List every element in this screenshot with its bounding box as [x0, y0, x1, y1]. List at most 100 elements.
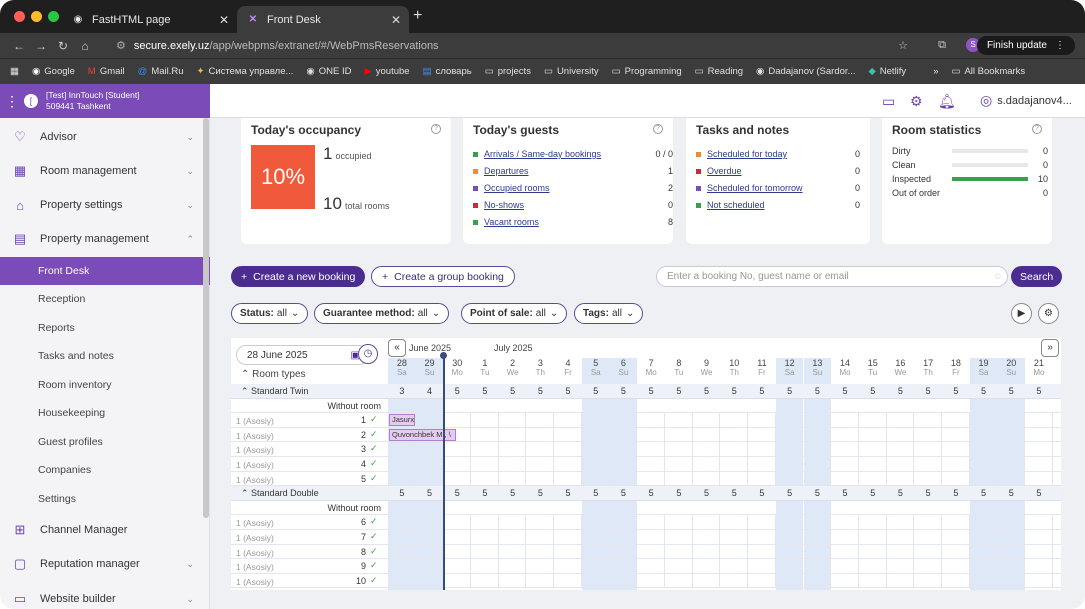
- day-cell[interactable]: [527, 457, 555, 472]
- bookmark-mailru[interactable]: @ Mail.Ru: [138, 66, 184, 77]
- forward-icon[interactable]: →: [30, 39, 52, 53]
- day-cell[interactable]: [1025, 559, 1053, 574]
- day-cell[interactable]: [831, 413, 859, 428]
- day-cell[interactable]: [610, 515, 638, 530]
- day-cell[interactable]: [693, 573, 721, 589]
- day-cell[interactable]: [914, 427, 942, 443]
- bookmark-gmail[interactable]: M Gmail: [88, 66, 125, 77]
- sidebar-scrollbar[interactable]: [203, 118, 209, 518]
- day-cell[interactable]: [1025, 471, 1053, 487]
- day-cell[interactable]: [942, 442, 970, 457]
- day-cell[interactable]: [720, 457, 749, 472]
- day-cell[interactable]: [582, 530, 610, 545]
- day-cell[interactable]: [443, 530, 472, 545]
- day-cell[interactable]: [416, 559, 444, 574]
- day-cell[interactable]: [471, 559, 499, 574]
- day-cell[interactable]: [665, 457, 693, 472]
- day-cell[interactable]: [887, 442, 915, 457]
- day-cell[interactable]: [388, 544, 416, 560]
- browser-tab-fasthtml[interactable]: ◉ FastHTML page ✕: [62, 6, 237, 33]
- day-cell[interactable]: [665, 515, 693, 530]
- help-icon[interactable]: ?: [431, 124, 441, 134]
- sidebar-subitem-housekeeping[interactable]: Housekeeping: [0, 399, 210, 427]
- day-cell[interactable]: [942, 515, 970, 530]
- day-cell[interactable]: [665, 559, 693, 574]
- home-icon[interactable]: ⌂: [74, 39, 96, 53]
- today-clock-button[interactable]: ◷: [358, 344, 378, 364]
- day-cell[interactable]: [859, 515, 887, 530]
- day-cell[interactable]: [720, 544, 749, 560]
- reload-icon[interactable]: ↻: [52, 39, 74, 53]
- day-cell[interactable]: [582, 413, 610, 428]
- wallet-icon[interactable]: ▭: [882, 93, 895, 110]
- browser-tab-front-desk[interactable]: ✕ Front Desk ✕: [237, 6, 409, 33]
- site-settings-icon[interactable]: ⚙: [116, 39, 126, 52]
- day-cell[interactable]: [748, 457, 776, 472]
- day-cell[interactable]: [887, 471, 915, 487]
- day-cell[interactable]: [748, 559, 776, 574]
- day-cell[interactable]: [914, 530, 942, 545]
- day-cell[interactable]: [859, 559, 887, 574]
- day-cell[interactable]: [970, 413, 998, 428]
- day-cell[interactable]: [776, 442, 804, 457]
- day-cell[interactable]: [610, 471, 638, 487]
- day-cell[interactable]: [637, 413, 665, 428]
- bookmark-programming[interactable]: ▭ Programming: [612, 66, 682, 77]
- bookmark-reading[interactable]: ▭ Reading: [695, 66, 743, 77]
- day-cell[interactable]: [471, 442, 499, 457]
- bookmark-youtube[interactable]: ▶ youtube: [364, 66, 409, 77]
- day-cell[interactable]: [388, 530, 416, 545]
- next-period-button[interactable]: »: [1041, 339, 1059, 357]
- day-cell[interactable]: [1025, 573, 1053, 589]
- day-cell[interactable]: [610, 559, 638, 574]
- day-cell[interactable]: [499, 413, 527, 428]
- day-cell[interactable]: [748, 442, 776, 457]
- day-cell[interactable]: [388, 559, 416, 574]
- day-cell[interactable]: [970, 530, 998, 545]
- day-cell[interactable]: [582, 573, 610, 589]
- day-cell[interactable]: [527, 427, 555, 443]
- day-cell[interactable]: [748, 515, 776, 530]
- guests-link[interactable]: No-shows: [484, 200, 524, 210]
- day-cell[interactable]: [942, 544, 970, 560]
- day-cell[interactable]: [665, 413, 693, 428]
- day-cell[interactable]: [554, 457, 582, 472]
- day-cell[interactable]: [914, 442, 942, 457]
- day-cell[interactable]: [997, 442, 1026, 457]
- day-cell[interactable]: [942, 573, 970, 589]
- day-cell[interactable]: [997, 559, 1026, 574]
- day-cell[interactable]: [831, 544, 859, 560]
- day-cell[interactable]: [499, 471, 527, 487]
- tasks-link[interactable]: Scheduled for tomorrow: [707, 183, 803, 193]
- sidebar-item-advisor[interactable]: ♡ Advisor ⌄: [0, 123, 210, 151]
- guests-link[interactable]: Occupied rooms: [484, 183, 550, 193]
- day-cell[interactable]: [665, 544, 693, 560]
- day-cell[interactable]: [443, 573, 472, 589]
- day-cell[interactable]: [970, 427, 998, 443]
- day-cell[interactable]: [527, 559, 555, 574]
- day-cell[interactable]: [527, 515, 555, 530]
- day-cell[interactable]: [914, 515, 942, 530]
- close-tab-icon[interactable]: ✕: [219, 13, 229, 27]
- point-of-sale-filter[interactable]: Point of sale: all ⌄: [461, 303, 568, 324]
- day-cell[interactable]: [720, 559, 749, 574]
- day-cell[interactable]: [942, 530, 970, 545]
- day-cell[interactable]: [527, 442, 555, 457]
- sidebar-subitem-companies[interactable]: Companies: [0, 456, 210, 484]
- day-cell[interactable]: [471, 515, 499, 530]
- bookmark-system[interactable]: ✦ Система управле...: [197, 66, 294, 77]
- day-cell[interactable]: [554, 442, 582, 457]
- day-cell[interactable]: [804, 427, 832, 443]
- day-cell[interactable]: [554, 573, 582, 589]
- day-cell[interactable]: [942, 413, 970, 428]
- day-cell[interactable]: [471, 457, 499, 472]
- day-cell[interactable]: [804, 515, 832, 530]
- day-cell[interactable]: [887, 573, 915, 589]
- day-cell[interactable]: [720, 530, 749, 545]
- user-menu[interactable]: ◎ s.dadajanov4...: [980, 92, 1072, 109]
- day-cell[interactable]: [914, 544, 942, 560]
- day-cell[interactable]: [776, 544, 804, 560]
- sidebar-item-channel-manager[interactable]: ⊞ Channel Manager: [0, 516, 210, 544]
- day-cell[interactable]: [831, 515, 859, 530]
- day-cell[interactable]: [720, 573, 749, 589]
